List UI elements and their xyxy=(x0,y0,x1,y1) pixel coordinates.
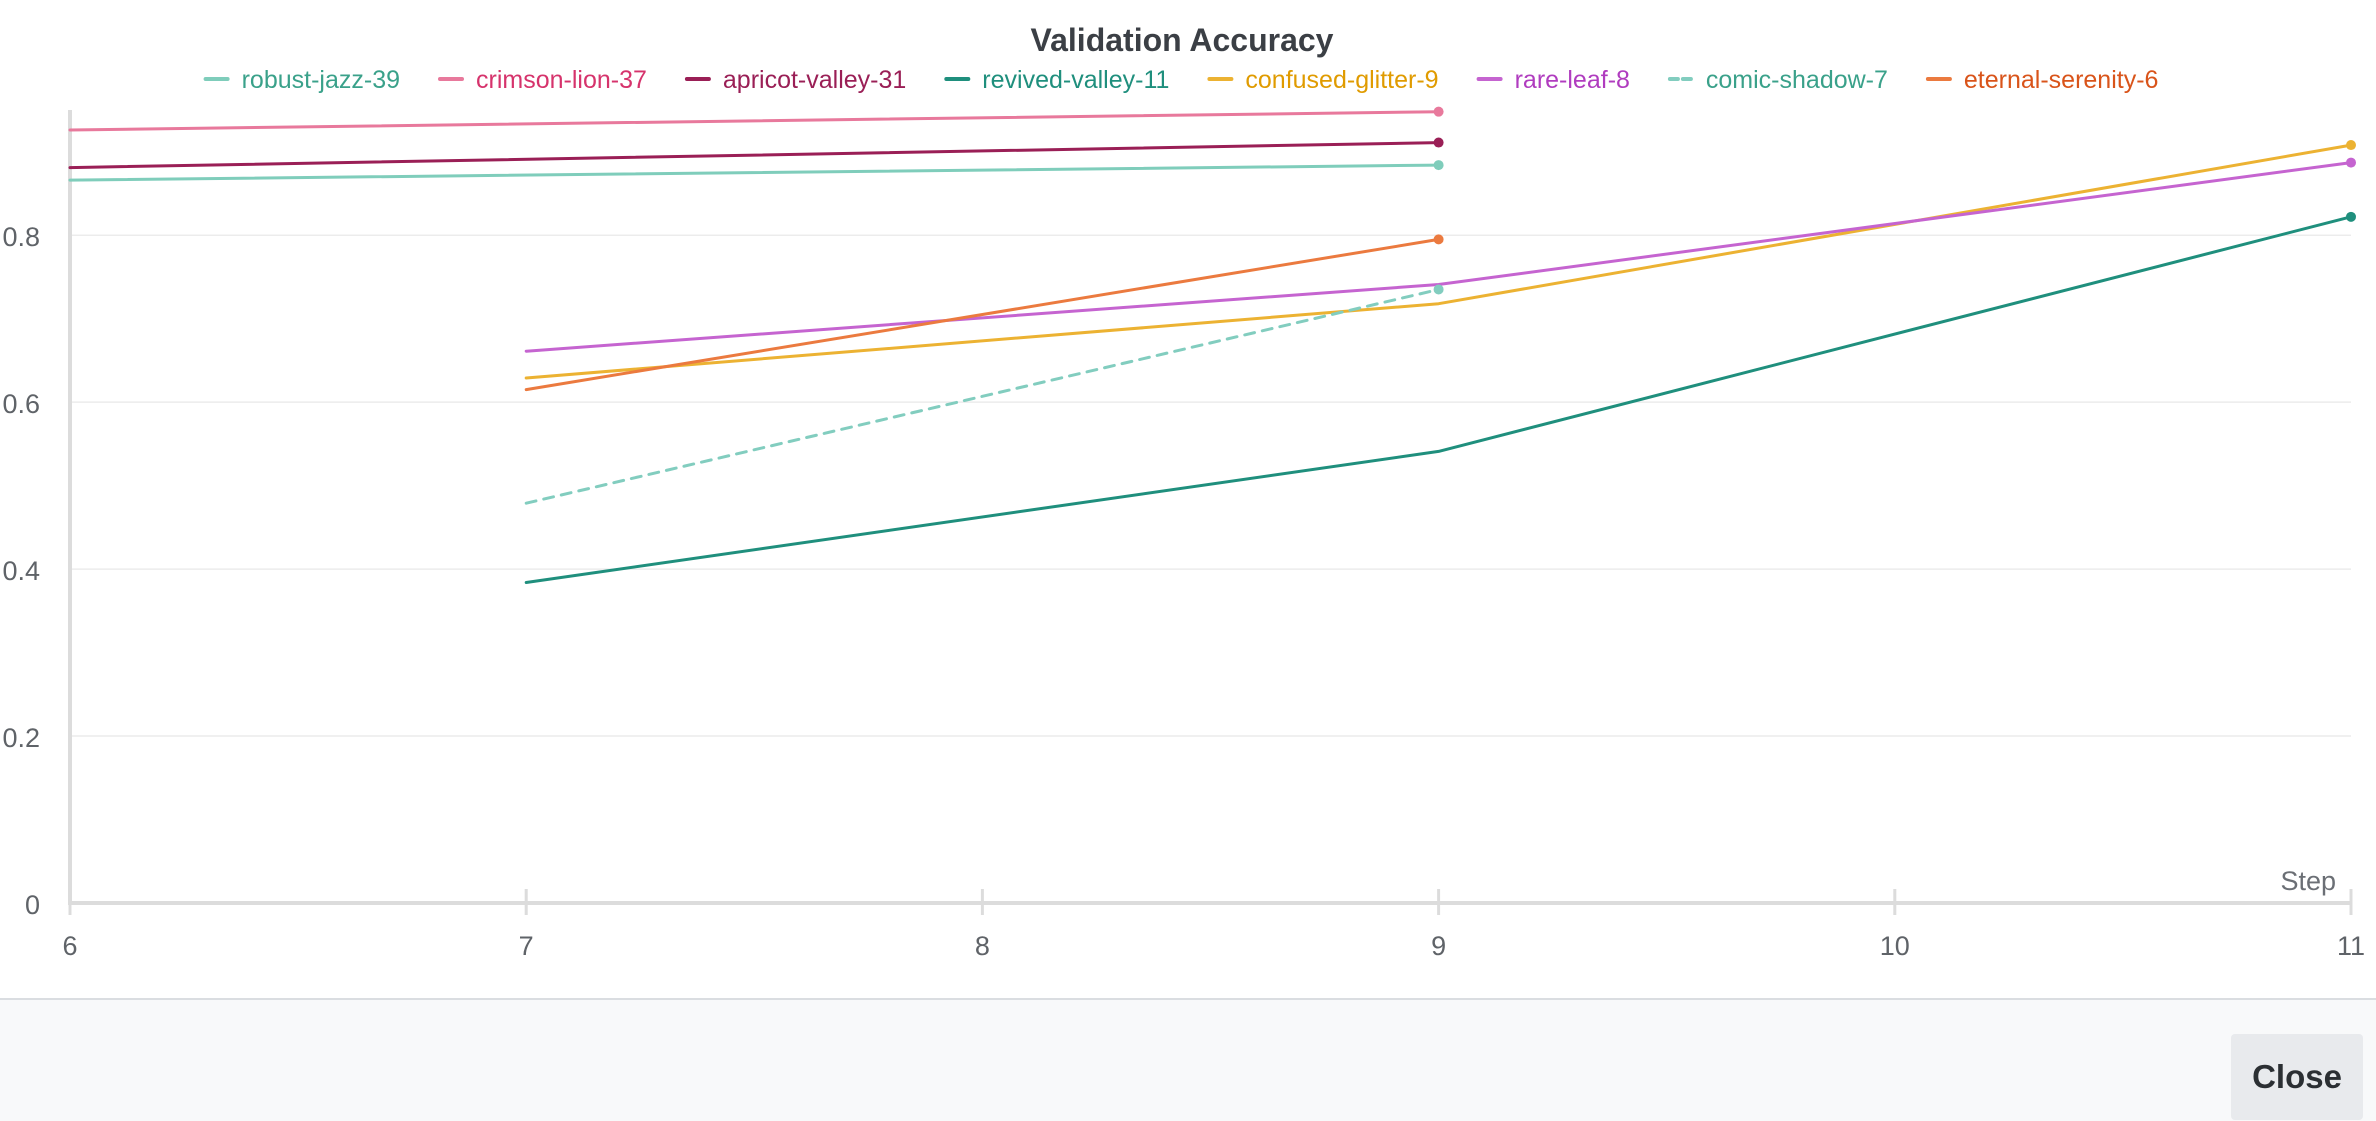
y-tick-label: 0.6 xyxy=(2,389,40,419)
legend-item: confused-glitter-9 xyxy=(1207,66,1439,94)
series-end-point xyxy=(1433,284,1444,295)
x-tick-label: 11 xyxy=(2337,931,2365,961)
chart-area: Validation Accuracy 0 0.2 0.4 0.6 0.8 6 7 8 9 10 11… xyxy=(0,0,2376,998)
close-button[interactable]: Close xyxy=(2231,1034,2363,1120)
legend-item: rare-leaf-8 xyxy=(1476,66,1630,94)
line-chart: Validation Accuracy 0 0.2 0.4 0.6 0.8 6 7 8 9 10 11… xyxy=(2,22,2365,961)
x-tick-label: 8 xyxy=(975,931,990,961)
legend-label: comic-shadow-7 xyxy=(1706,66,1888,94)
x-tick-label: 10 xyxy=(1880,931,1910,961)
legend-label: confused-glitter-9 xyxy=(1245,66,1438,94)
legend-item: apricot-valley-31 xyxy=(684,66,906,94)
series-end-point xyxy=(2346,157,2356,168)
legend-item: eternal-serenity-6 xyxy=(1925,66,2159,94)
legend-item: revived-valley-11 xyxy=(944,66,1169,94)
legend-label: apricot-valley-31 xyxy=(723,66,906,94)
series-end-point xyxy=(1433,137,1444,148)
series-end-point xyxy=(2346,140,2356,151)
legend-label: revived-valley-11 xyxy=(982,66,1169,94)
y-tick-label: 0.2 xyxy=(2,723,40,753)
legend-item: robust-jazz-39 xyxy=(203,66,400,94)
x-tick-label: 9 xyxy=(1431,931,1446,961)
chart-title: Validation Accuracy xyxy=(1031,22,1334,58)
series-end-point xyxy=(1433,106,1444,117)
legend-item: comic-shadow-7 xyxy=(1667,66,1888,94)
series-line-robust-jazz-39 xyxy=(68,163,1441,182)
series-end-point xyxy=(1433,160,1444,171)
series-end-point xyxy=(1433,234,1444,245)
x-tick-label: 7 xyxy=(519,931,534,961)
legend-label: rare-leaf-8 xyxy=(1515,66,1630,94)
legend-label: robust-jazz-39 xyxy=(242,66,400,94)
series-line-crimson-lion-37 xyxy=(68,110,1441,132)
series-line-revived-valley-11 xyxy=(524,215,2353,584)
series-end-point xyxy=(2346,211,2356,222)
legend-label: crimson-lion-37 xyxy=(476,66,647,94)
y-tick-label: 0.8 xyxy=(2,222,40,252)
legend-item: crimson-lion-37 xyxy=(438,66,647,94)
y-tick-label: 0 xyxy=(25,890,40,920)
x-tick-label: 6 xyxy=(62,931,77,961)
dialog-footer: Close xyxy=(0,998,2376,1121)
series-line-apricot-valley-31 xyxy=(68,141,1441,170)
legend-label: eternal-serenity-6 xyxy=(1964,66,2159,94)
y-tick-label: 0.4 xyxy=(2,556,40,586)
x-axis-label: Step xyxy=(2280,866,2336,896)
series-line-rare-leaf-8 xyxy=(524,161,2353,353)
